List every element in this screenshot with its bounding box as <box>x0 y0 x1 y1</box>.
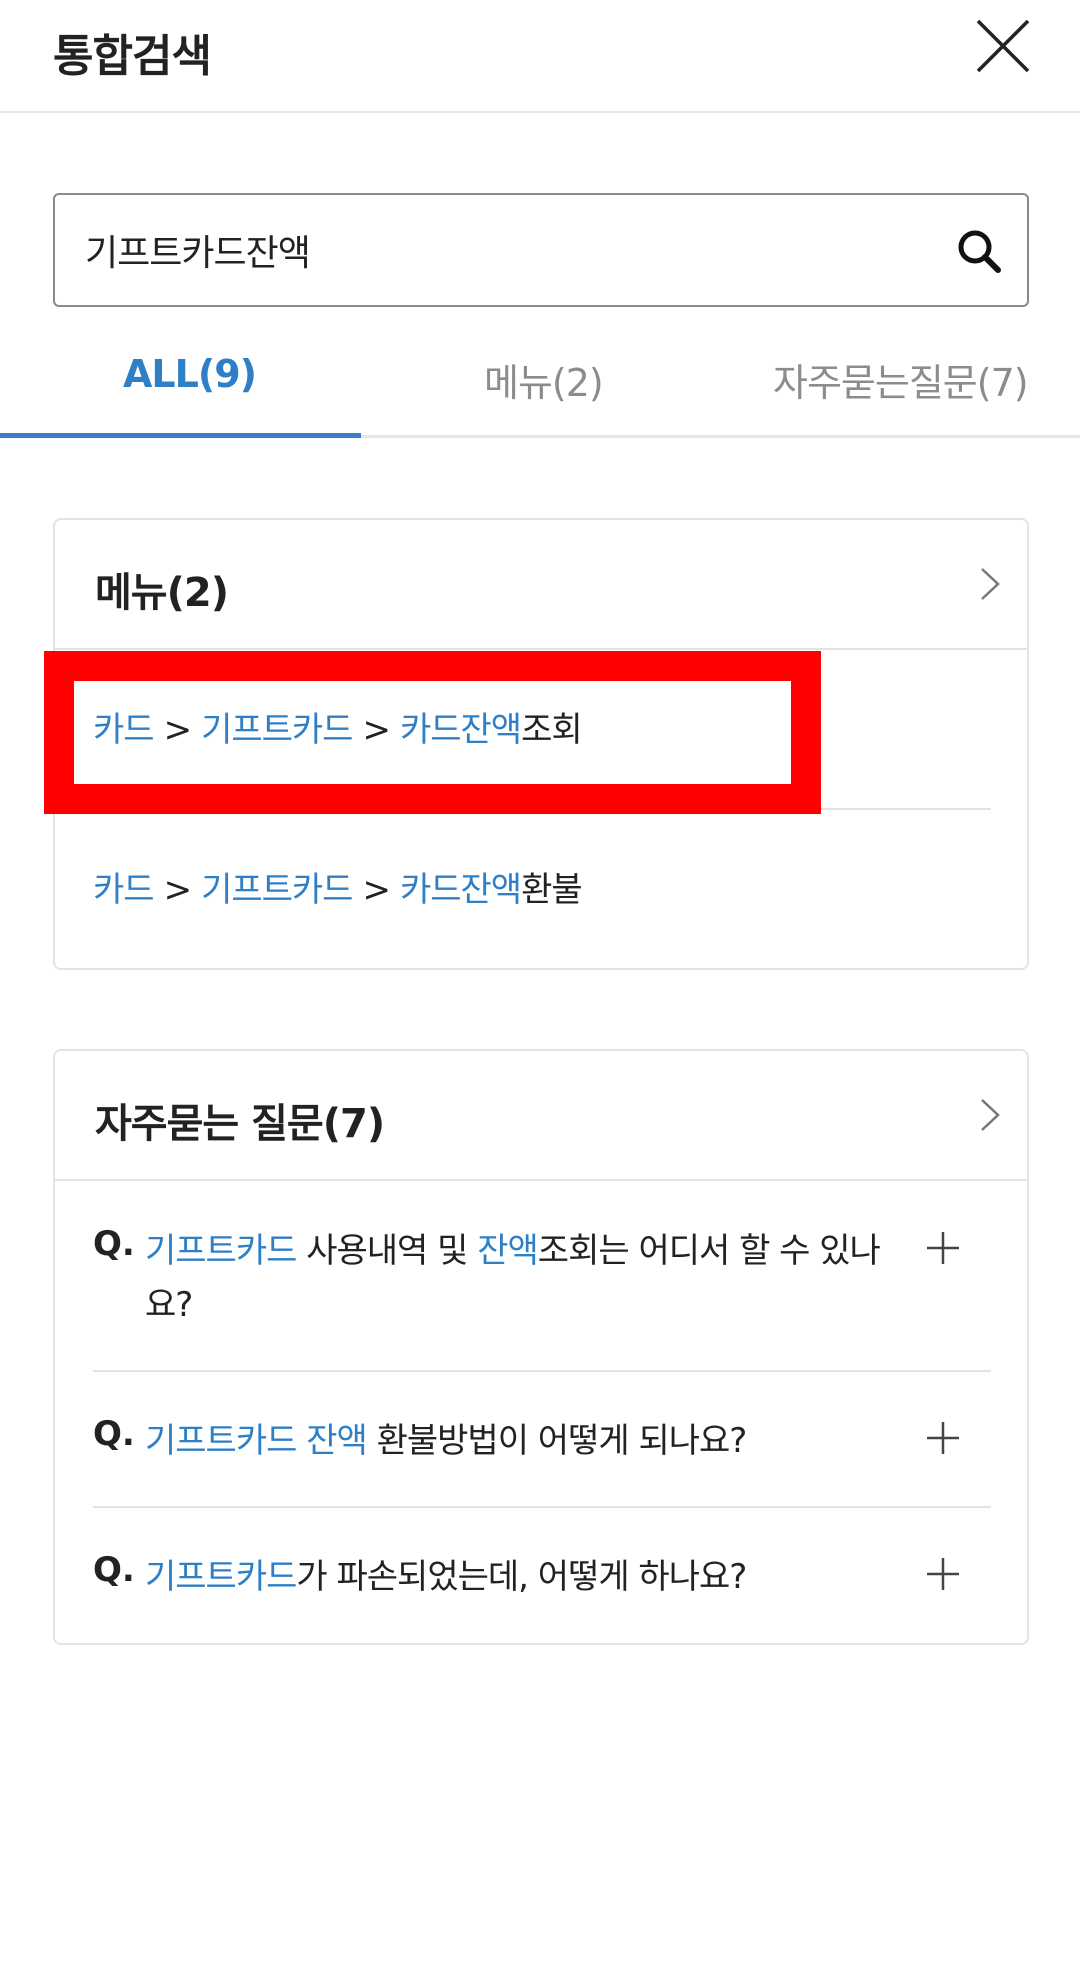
path-separator: > <box>362 710 390 750</box>
faq-item[interactable]: Q. 기프트카드 잔액 환불방법이 어떻게 되나요? <box>93 1414 991 1504</box>
question-text: 가 파손되었는데, 어떻게 하나요? <box>296 1557 747 1597</box>
path-segment: 기프트카드 <box>201 870 353 910</box>
faq-item[interactable]: Q. 기프트카드 사용내역 및 잔액조회는 어디서 할 수 있나요? <box>93 1224 991 1374</box>
row-divider <box>93 1370 991 1372</box>
tab-menu[interactable]: 메뉴(2) <box>484 352 604 407</box>
chevron-right-icon <box>981 568 1000 600</box>
path-separator: > <box>163 710 192 750</box>
tab-faq[interactable]: 자주묻는질문(7) <box>773 352 1029 407</box>
path-segment: 기프트카드 <box>201 710 353 750</box>
search-icon <box>958 230 1001 273</box>
keyword-highlight: 기프트카드 <box>145 1557 297 1597</box>
keyword-highlight: 기프트카드 <box>145 1231 297 1271</box>
page-title: 통합검색 <box>53 31 212 82</box>
path-segment: 카드잔액 <box>399 870 522 910</box>
faq-question-text: 기프트카드 사용내역 및 잔액조회는 어디서 할 수 있나요? <box>145 1224 905 1332</box>
faq-results-card: 자주묻는 질문(7) Q. 기프트카드 사용내역 및 잔액조회는 어디서 할 수… <box>53 1049 1029 1645</box>
header: 통합검색 <box>0 0 1080 113</box>
path-suffix: 환불 <box>521 870 583 910</box>
plus-icon[interactable] <box>925 1556 961 1592</box>
path-suffix: 조회 <box>521 710 583 750</box>
menu-results-card: 메뉴(2) 카드 > 기프트카드 > 카드잔액조회 카드 > 기프트카드 > 카드잔액환불 <box>53 518 1029 970</box>
menu-section-header[interactable]: 메뉴(2) <box>55 520 1027 650</box>
path-segment: 카드 <box>93 710 155 750</box>
tab-all[interactable]: ALL(9) <box>123 352 257 396</box>
keyword-highlight: 잔액 <box>477 1231 539 1271</box>
menu-path: 카드 > 기프트카드 > 카드잔액환불 <box>93 862 583 911</box>
search-button[interactable] <box>955 227 1003 275</box>
row-divider <box>93 1506 991 1508</box>
keyword-highlight: 잔액 <box>306 1421 368 1461</box>
path-separator: > <box>163 870 192 910</box>
faq-question-marker: Q. <box>93 1224 135 1264</box>
faq-question-text: 기프트카드가 파손되었는데, 어떻게 하나요? <box>145 1550 905 1604</box>
question-text: 사용내역 및 <box>296 1231 478 1271</box>
path-separator: > <box>362 870 390 910</box>
question-text <box>296 1421 306 1461</box>
faq-question-marker: Q. <box>93 1414 135 1454</box>
plus-icon[interactable] <box>925 1230 961 1266</box>
search-input[interactable] <box>85 195 945 305</box>
active-tab-indicator <box>0 433 361 438</box>
menu-result-item[interactable]: 카드 > 기프트카드 > 카드잔액환불 <box>93 810 991 968</box>
faq-section-title: 자주묻는 질문(7) <box>95 1101 385 1147</box>
faq-question-marker: Q. <box>93 1550 135 1590</box>
search-box <box>53 193 1029 307</box>
close-button[interactable] <box>973 16 1033 76</box>
path-segment: 카드잔액 <box>399 710 522 750</box>
question-text: 환불방법이 어떻게 되나요? <box>366 1421 748 1461</box>
menu-result-item[interactable]: 카드 > 기프트카드 > 카드잔액조회 <box>93 650 991 808</box>
faq-section-header[interactable]: 자주묻는 질문(7) <box>55 1051 1027 1181</box>
chevron-right-icon <box>981 1099 1000 1131</box>
result-tabs: ALL(9) 메뉴(2) 자주묻는질문(7) <box>0 340 1080 438</box>
faq-question-text: 기프트카드 잔액 환불방법이 어떻게 되나요? <box>145 1414 905 1468</box>
faq-item[interactable]: Q. 기프트카드가 파손되었는데, 어떻게 하나요? <box>93 1550 991 1640</box>
plus-icon[interactable] <box>925 1420 961 1456</box>
menu-path: 카드 > 기프트카드 > 카드잔액조회 <box>93 702 583 751</box>
close-icon <box>976 19 1030 73</box>
menu-section-title: 메뉴(2) <box>95 570 229 616</box>
path-segment: 카드 <box>93 870 155 910</box>
keyword-highlight: 기프트카드 <box>145 1421 297 1461</box>
